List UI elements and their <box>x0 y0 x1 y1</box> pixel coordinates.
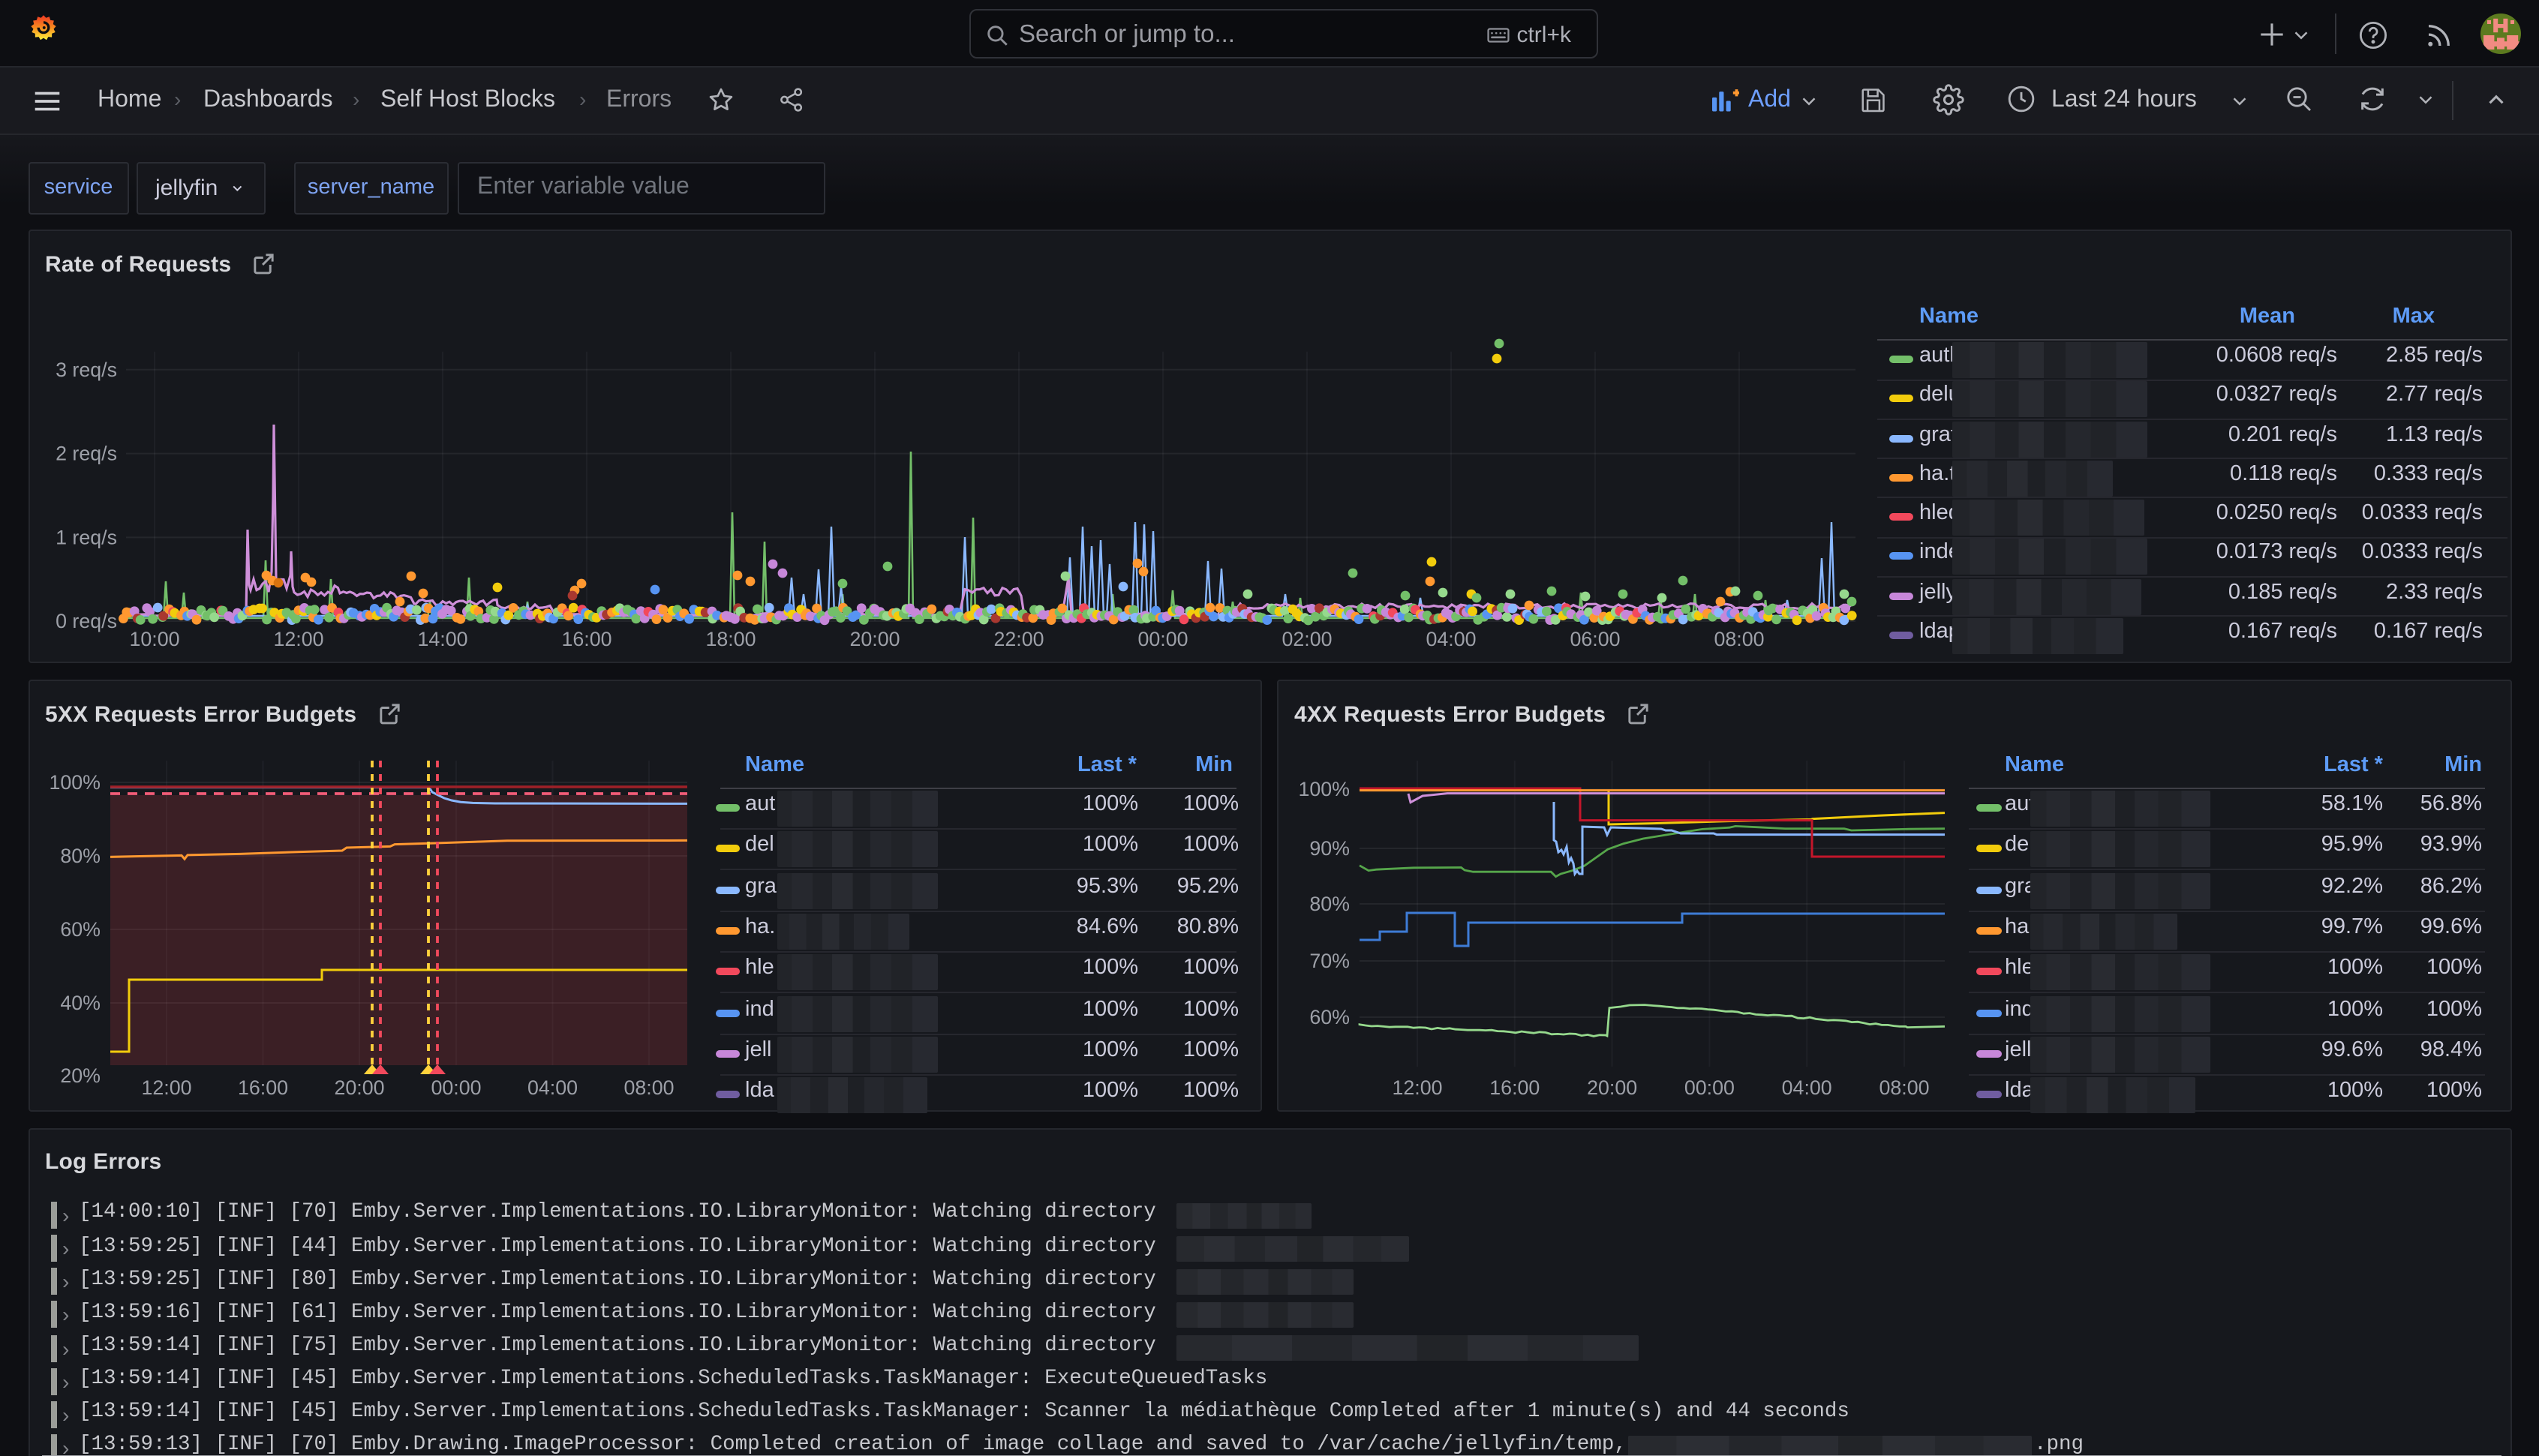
svg-text:08:00: 08:00 <box>1713 628 1763 650</box>
svg-text:00:00: 00:00 <box>1684 1076 1735 1099</box>
svg-text:20%: 20% <box>59 1064 100 1087</box>
svg-text:08:00: 08:00 <box>1879 1076 1929 1099</box>
svg-text:16:00: 16:00 <box>560 628 611 650</box>
svg-text:20:00: 20:00 <box>1587 1076 1637 1099</box>
svg-text:12:00: 12:00 <box>272 628 323 650</box>
svg-text:02:00: 02:00 <box>1281 628 1331 650</box>
svg-text:0 req/s: 0 req/s <box>55 610 116 632</box>
svg-text:00:00: 00:00 <box>1137 628 1187 650</box>
svg-text:20:00: 20:00 <box>849 628 899 650</box>
svg-text:20:00: 20:00 <box>333 1076 383 1099</box>
svg-text:90%: 90% <box>1309 837 1350 860</box>
svg-text:04:00: 04:00 <box>1425 628 1475 650</box>
svg-text:04:00: 04:00 <box>527 1076 577 1099</box>
svg-text:80%: 80% <box>1309 893 1350 915</box>
svg-text:1 req/s: 1 req/s <box>55 526 116 548</box>
svg-text:12:00: 12:00 <box>140 1076 191 1099</box>
svg-text:16:00: 16:00 <box>1489 1076 1540 1099</box>
svg-text:14:00: 14:00 <box>416 628 467 650</box>
svg-text:40%: 40% <box>59 992 100 1014</box>
svg-text:60%: 60% <box>1309 1006 1350 1028</box>
svg-text:100%: 100% <box>48 771 100 794</box>
svg-text:16:00: 16:00 <box>237 1076 287 1099</box>
svg-text:10:00: 10:00 <box>128 628 179 650</box>
svg-text:12:00: 12:00 <box>1392 1076 1442 1099</box>
svg-text:60%: 60% <box>59 918 100 941</box>
svg-text:08:00: 08:00 <box>623 1076 673 1099</box>
svg-text:00:00: 00:00 <box>430 1076 480 1099</box>
svg-text:80%: 80% <box>59 845 100 867</box>
svg-text:22:00: 22:00 <box>993 628 1043 650</box>
svg-text:3 req/s: 3 req/s <box>55 359 116 381</box>
svg-text:2 req/s: 2 req/s <box>55 443 116 465</box>
svg-text:04:00: 04:00 <box>1782 1076 1832 1099</box>
svg-text:18:00: 18:00 <box>705 628 755 650</box>
svg-text:06:00: 06:00 <box>1569 628 1619 650</box>
svg-text:100%: 100% <box>1298 778 1350 800</box>
svg-text:70%: 70% <box>1309 950 1350 972</box>
